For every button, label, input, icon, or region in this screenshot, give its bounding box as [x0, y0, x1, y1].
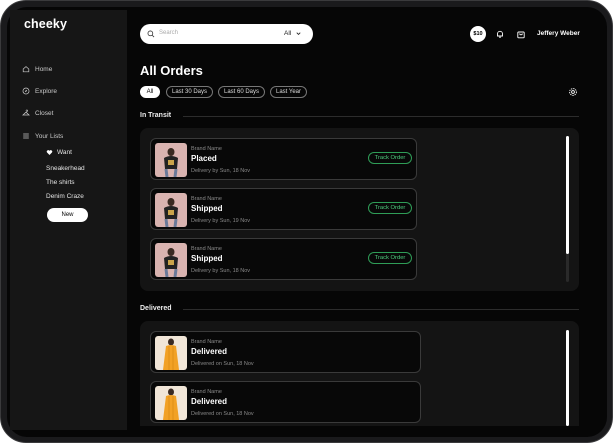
filter-chip-last-year[interactable]: Last Year: [270, 86, 307, 98]
order-status: Shipped: [191, 254, 223, 263]
list-item-label: Sneakerhead: [46, 165, 85, 172]
search-icon: [147, 30, 155, 38]
delivery-date: Delivered on Sun, 18 Nov: [191, 411, 254, 417]
list-item-sneakerhead[interactable]: Sneakerhead: [46, 165, 85, 172]
product-image: [155, 143, 187, 177]
sidebar-item-closet[interactable]: Closet: [22, 109, 53, 117]
product-image: [155, 336, 187, 370]
sidebar-item-explore[interactable]: Explore: [22, 87, 57, 95]
home-icon: [22, 66, 30, 73]
list-item-label: Denim Craze: [46, 193, 84, 200]
list-icon: [23, 133, 29, 139]
wallet-balance-badge[interactable]: $10: [470, 26, 486, 42]
brand-name: Brand Name: [191, 146, 222, 152]
hanger-icon: [22, 109, 30, 116]
search-filter-value: All: [284, 30, 292, 37]
list-item-label: Want: [57, 149, 72, 156]
section-title-in-transit: In Transit: [140, 112, 172, 119]
divider: [183, 116, 579, 117]
order-card[interactable]: Brand Name Shipped Delivery by Sun, 18 N…: [150, 238, 417, 280]
bell-icon[interactable]: [495, 29, 505, 39]
track-order-button[interactable]: Track Order: [368, 202, 412, 214]
brand-name: Brand Name: [191, 196, 222, 202]
order-status: Shipped: [191, 204, 223, 213]
gear-icon[interactable]: [568, 87, 578, 97]
brand-name: Brand Name: [191, 389, 222, 395]
list-item-label: The shirts: [46, 179, 75, 186]
sidebar-item-your-lists[interactable]: Your Lists: [22, 132, 63, 140]
order-status: Placed: [191, 154, 217, 163]
track-order-button[interactable]: Track Order: [368, 152, 412, 164]
app-logo[interactable]: cheeky: [24, 17, 67, 31]
order-status: Delivered: [191, 397, 228, 406]
filter-chip-last-30-days[interactable]: Last 30 Days: [166, 86, 213, 98]
product-image: [155, 243, 187, 277]
order-card[interactable]: Brand Name Delivered Delivered on Sun, 1…: [150, 381, 421, 423]
order-card[interactable]: Brand Name Shipped Delivery by Sun, 19 N…: [150, 188, 417, 230]
section-title-delivered: Delivered: [140, 305, 172, 312]
product-image: [155, 193, 187, 227]
brand-name: Brand Name: [191, 246, 222, 252]
shopping-bag-icon[interactable]: [516, 29, 526, 39]
sidebar-item-home[interactable]: Home: [22, 65, 52, 73]
filter-chip-last-60-days[interactable]: Last 60 Days: [218, 86, 265, 98]
divider: [183, 309, 579, 310]
sidebar-item-label: Explore: [35, 87, 58, 95]
sidebar-item-label: Your Lists: [35, 132, 64, 140]
scrollbar-thumb[interactable]: [566, 136, 569, 254]
heart-icon: [46, 150, 53, 155]
order-card[interactable]: Brand Name Placed Delivery by Sun, 18 No…: [150, 138, 417, 180]
delivery-date: Delivery by Sun, 18 Nov: [191, 168, 250, 174]
track-order-button[interactable]: Track Order: [368, 252, 412, 264]
order-status: Delivered: [191, 347, 228, 356]
user-name[interactable]: Jeffery Weber: [537, 30, 580, 37]
sidebar-item-label: Closet: [35, 109, 54, 117]
sidebar-item-label: Home: [35, 65, 53, 73]
filter-chip-all[interactable]: All: [140, 86, 160, 98]
order-card[interactable]: Brand Name Delivered Delivered on Sun, 1…: [150, 331, 421, 373]
page-title: All Orders: [140, 63, 203, 78]
delivery-date: Delivery by Sun, 19 Nov: [191, 218, 250, 224]
product-image: [155, 386, 187, 420]
search-input[interactable]: Search: [159, 30, 178, 36]
new-list-button[interactable]: New: [47, 208, 88, 222]
brand-name: Brand Name: [191, 339, 222, 345]
scrollbar-thumb[interactable]: [566, 330, 569, 426]
search-filter-select[interactable]: All: [284, 30, 302, 37]
list-item-denim-craze[interactable]: Denim Craze: [46, 193, 84, 200]
chevron-down-icon: [296, 32, 301, 36]
list-item-want[interactable]: Want: [46, 149, 72, 156]
compass-icon: [22, 87, 30, 95]
list-item-the-shirts[interactable]: The shirts: [46, 179, 75, 186]
search-bar[interactable]: Search All: [140, 24, 313, 44]
delivery-date: Delivered on Sun, 18 Nov: [191, 361, 254, 367]
delivery-date: Delivery by Sun, 18 Nov: [191, 268, 250, 274]
